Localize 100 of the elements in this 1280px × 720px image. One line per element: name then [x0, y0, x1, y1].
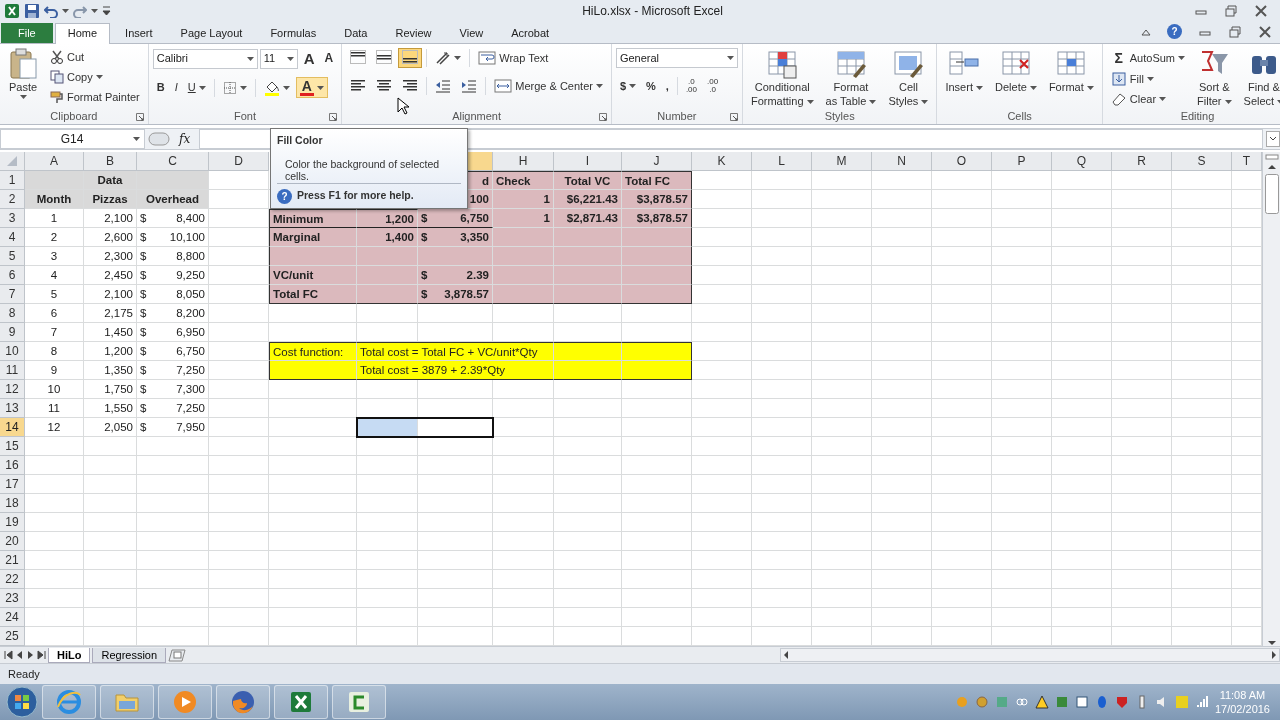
column-header[interactable]: Q [1052, 152, 1112, 171]
orientation-icon [435, 51, 452, 65]
row-header[interactable]: 20 [0, 532, 25, 551]
file-tab[interactable]: File [1, 22, 53, 43]
row-header[interactable]: 14 [0, 418, 25, 437]
row-header[interactable]: 9 [0, 323, 25, 342]
row-header[interactable]: 6 [0, 266, 25, 285]
column-header[interactable]: R [1112, 152, 1172, 171]
row-header[interactable]: 7 [0, 285, 25, 304]
ribbon-tab[interactable]: Acrobat [498, 22, 563, 43]
column-header[interactable]: K [692, 152, 752, 171]
caret-icon [286, 56, 294, 61]
group-label: Editing [1180, 110, 1215, 123]
italic-button[interactable]: I [170, 79, 182, 97]
insert-button[interactable]: Insert [941, 46, 987, 96]
redo-icon [73, 4, 87, 18]
font-name-field[interactable]: Calibri [152, 48, 258, 69]
row-header[interactable]: 22 [0, 570, 25, 589]
currency-button[interactable]: $ [615, 77, 641, 95]
bold-button[interactable]: B [152, 79, 169, 97]
row-header[interactable]: 3 [0, 209, 25, 228]
conditional-formatting-button[interactable]: Conditional Formatting [746, 46, 818, 110]
column-header[interactable]: M [812, 152, 872, 171]
scroll-left-icon [783, 650, 789, 660]
font-size-field[interactable]: 11 [259, 48, 298, 69]
shrink-font-button[interactable]: A [320, 49, 338, 68]
merge-center-button[interactable]: Merge & Center [490, 77, 607, 95]
increase-decimal-button[interactable]: .0 .00 [681, 76, 701, 96]
underline-button[interactable]: U [183, 79, 210, 97]
delete-button[interactable]: Delete [991, 46, 1041, 96]
percent-button[interactable]: % [642, 77, 660, 95]
row-header[interactable]: 21 [0, 551, 25, 570]
row-header[interactable]: 13 [0, 399, 25, 418]
clear-button[interactable]: Clear [1106, 90, 1190, 109]
sheet-tab[interactable]: Regression [92, 647, 167, 663]
row-header[interactable]: 5 [0, 247, 25, 266]
ribbon-tab[interactable]: Page Layout [167, 22, 256, 43]
row-header[interactable]: 15 [0, 437, 25, 456]
column-header[interactable]: A [25, 152, 84, 171]
format-button[interactable]: Format [1044, 46, 1098, 96]
help-button[interactable]: ? [1167, 24, 1182, 39]
ribbon-tab[interactable]: Home [54, 22, 111, 44]
row-header[interactable]: 25 [0, 627, 25, 646]
paste-button[interactable]: Paste [4, 46, 42, 101]
column-header[interactable]: S [1172, 152, 1232, 171]
ribbon-tab[interactable]: Data [331, 22, 381, 43]
group-label: Number [657, 110, 697, 122]
row-header[interactable]: 4 [0, 228, 25, 247]
row-header[interactable]: 16 [0, 456, 25, 475]
ribbon-tab[interactable]: Review [382, 22, 445, 43]
column-header[interactable]: H [493, 152, 554, 171]
column-header[interactable]: T [1232, 152, 1262, 171]
row-header[interactable]: 19 [0, 513, 25, 532]
row-header[interactable]: 10 [0, 342, 25, 361]
decrease-decimal-button[interactable]: .00 .0 [703, 76, 723, 96]
row-header[interactable]: 18 [0, 494, 25, 513]
find-select-button[interactable]: Find & Select [1239, 46, 1280, 110]
column-header[interactable]: C [137, 152, 209, 171]
table-cell: Total cost = 3879 + 2.39*Qty [357, 361, 554, 380]
number-format-field[interactable]: General [615, 48, 738, 68]
column-header[interactable]: D [209, 152, 269, 171]
horizontal-scrollbar[interactable] [780, 648, 1280, 662]
row-header[interactable]: 2 [0, 190, 25, 209]
sort-filter-button[interactable]: Sort & Filter [1193, 46, 1236, 110]
tray-icon [1034, 695, 1049, 709]
name-box[interactable]: G14 [0, 129, 145, 149]
copy-button[interactable]: Copy [46, 68, 144, 86]
row-header[interactable]: 12 [0, 380, 25, 399]
tooltip-help-text: Press F1 for more help. [297, 188, 414, 204]
insert-function-button[interactable]: fx [173, 130, 197, 148]
column-header[interactable]: L [752, 152, 812, 171]
column-header[interactable]: J [622, 152, 692, 171]
sheet-tab[interactable]: HiLo [48, 647, 91, 663]
table-cell: 1 [25, 209, 84, 228]
row-header[interactable]: 11 [0, 361, 25, 380]
cut-button[interactable]: Cut [46, 48, 144, 66]
row-header[interactable]: 24 [0, 608, 25, 627]
grow-font-button[interactable]: A [299, 48, 319, 70]
row-header[interactable]: 23 [0, 589, 25, 608]
vertical-align-button[interactable] [398, 48, 423, 68]
ribbon-tab[interactable]: Insert [112, 22, 166, 43]
format-as-table-button[interactable]: Format as Table [821, 46, 881, 110]
font-color-button[interactable]: A [295, 77, 328, 99]
autosum-button[interactable]: Σ AutoSum [1106, 48, 1190, 69]
fill-button[interactable]: Fill [1106, 70, 1190, 89]
comma-button[interactable]: , [661, 77, 673, 95]
row-header[interactable]: 1 [0, 171, 25, 190]
row-header[interactable]: 17 [0, 475, 25, 494]
wrap-text-button[interactable]: Wrap Text [474, 49, 553, 67]
format-painter-button[interactable]: Format Painter [46, 88, 144, 106]
ribbon-tab[interactable]: View [446, 22, 497, 43]
ribbon-tab[interactable]: Formulas [257, 22, 330, 43]
column-header[interactable]: P [992, 152, 1052, 171]
cell-styles-button[interactable]: Cell Styles [884, 46, 933, 110]
column-header[interactable]: N [872, 152, 932, 171]
column-header[interactable]: O [932, 152, 992, 171]
column-header[interactable]: I [554, 152, 622, 171]
column-header[interactable]: B [84, 152, 137, 171]
tray-icon [974, 695, 989, 709]
row-header[interactable]: 8 [0, 304, 25, 323]
